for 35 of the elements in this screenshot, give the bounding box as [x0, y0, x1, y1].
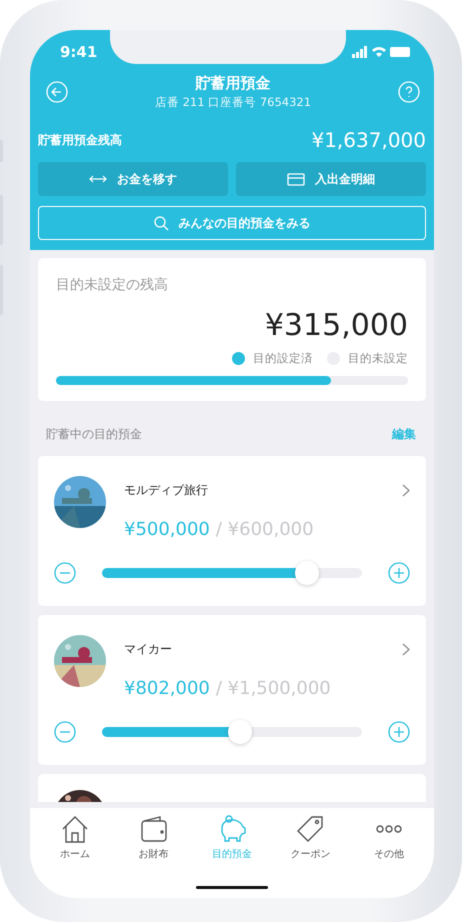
legend-label: 目的設定済 [253, 351, 313, 366]
card-title: 目的未設定の残高 [56, 276, 169, 294]
back-button[interactable] [46, 81, 68, 103]
minus-button[interactable] [54, 721, 76, 743]
arrows-icon [89, 175, 107, 183]
balance-amount: ¥1,637,000 [311, 128, 426, 152]
chevron-right-icon [402, 643, 410, 656]
minus-button[interactable] [54, 562, 76, 584]
tab[interactable]: クーポン [271, 814, 350, 861]
saved-amount: ¥500,000 [124, 519, 210, 540]
chevron-right-icon [402, 484, 410, 497]
legend-label: 目的未設定 [348, 351, 408, 366]
more-icon [376, 825, 402, 833]
status-time: 9:41 [60, 43, 98, 61]
goal-name: モルディブ旅行 [124, 482, 208, 499]
plus-button[interactable] [388, 721, 410, 743]
plus-button[interactable] [388, 562, 410, 584]
tab[interactable]: ホーム [36, 814, 114, 861]
home-indicator [196, 886, 268, 889]
tab[interactable]: その他 [350, 814, 428, 861]
tab[interactable]: お財布 [114, 814, 193, 861]
card-icon [287, 172, 305, 186]
slider-thumb[interactable] [228, 720, 252, 744]
search-icon [154, 216, 168, 230]
goal-name: マイカー [124, 641, 172, 658]
page-title: 貯蓄用預金 [195, 74, 270, 93]
section-title: 貯蓄中の目的預金 [46, 426, 142, 443]
unassigned-amount: ¥315,000 [264, 308, 408, 343]
balance-label: 貯蓄用預金残高 [38, 132, 122, 148]
help-button[interactable] [398, 81, 420, 103]
goal-card[interactable] [38, 774, 426, 802]
account-number: 店番 211 口座番号 7654321 [154, 95, 312, 110]
status-icons [352, 46, 412, 58]
slider-thumb[interactable] [295, 561, 320, 585]
saved-amount: ¥802,000 [124, 678, 210, 699]
